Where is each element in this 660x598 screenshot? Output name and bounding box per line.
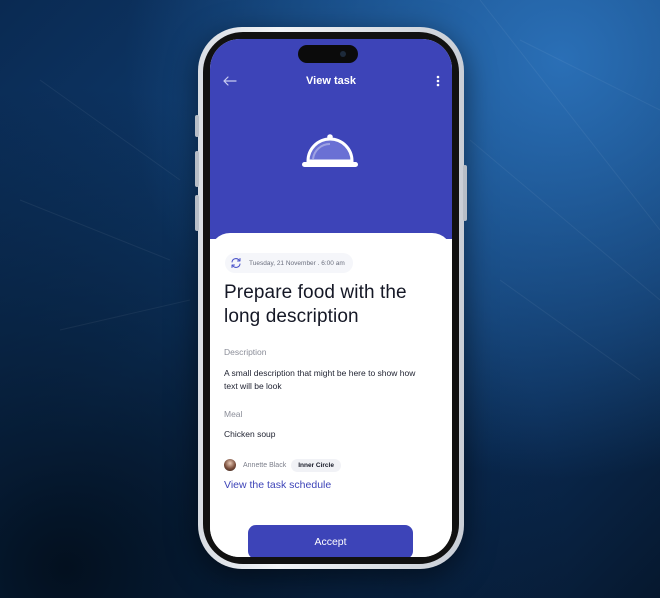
task-header: View task bbox=[210, 39, 452, 239]
dynamic-island bbox=[298, 45, 358, 63]
more-vertical-icon bbox=[436, 75, 440, 87]
phone-side-button bbox=[195, 115, 199, 137]
meal-label: Meal bbox=[224, 409, 243, 419]
phone-side-button bbox=[195, 151, 199, 187]
meal-value: Chicken soup bbox=[224, 429, 276, 439]
repeat-icon bbox=[231, 258, 241, 268]
app-screen: View task Tuesday, 21 November . 6:00 am… bbox=[210, 39, 452, 557]
more-menu-button[interactable] bbox=[434, 73, 442, 89]
task-date: Tuesday, 21 November . 6:00 am bbox=[249, 259, 345, 267]
phone-side-button bbox=[195, 195, 199, 231]
view-schedule-link[interactable]: View the task schedule bbox=[224, 479, 331, 491]
group-badge: Inner Circle bbox=[291, 458, 341, 472]
camera-dot bbox=[340, 51, 346, 57]
task-details-card: Tuesday, 21 November . 6:00 am Prepare f… bbox=[210, 233, 452, 557]
cloche-icon bbox=[302, 134, 358, 167]
phone-side-button bbox=[463, 165, 467, 221]
accept-button[interactable]: Accept bbox=[248, 525, 413, 557]
date-chip: Tuesday, 21 November . 6:00 am bbox=[225, 253, 353, 273]
description-label: Description bbox=[224, 347, 267, 357]
assignee-name: Annette Black bbox=[243, 461, 287, 469]
description-text: A small description that might be here t… bbox=[224, 368, 416, 391]
task-title: Prepare food with the long description bbox=[224, 282, 407, 327]
avatar bbox=[224, 459, 236, 471]
assignee-row: Annette Black Inner Circle bbox=[224, 457, 341, 473]
phone-frame: View task Tuesday, 21 November . 6:00 am… bbox=[195, 27, 467, 569]
page-title: View task bbox=[306, 75, 356, 87]
